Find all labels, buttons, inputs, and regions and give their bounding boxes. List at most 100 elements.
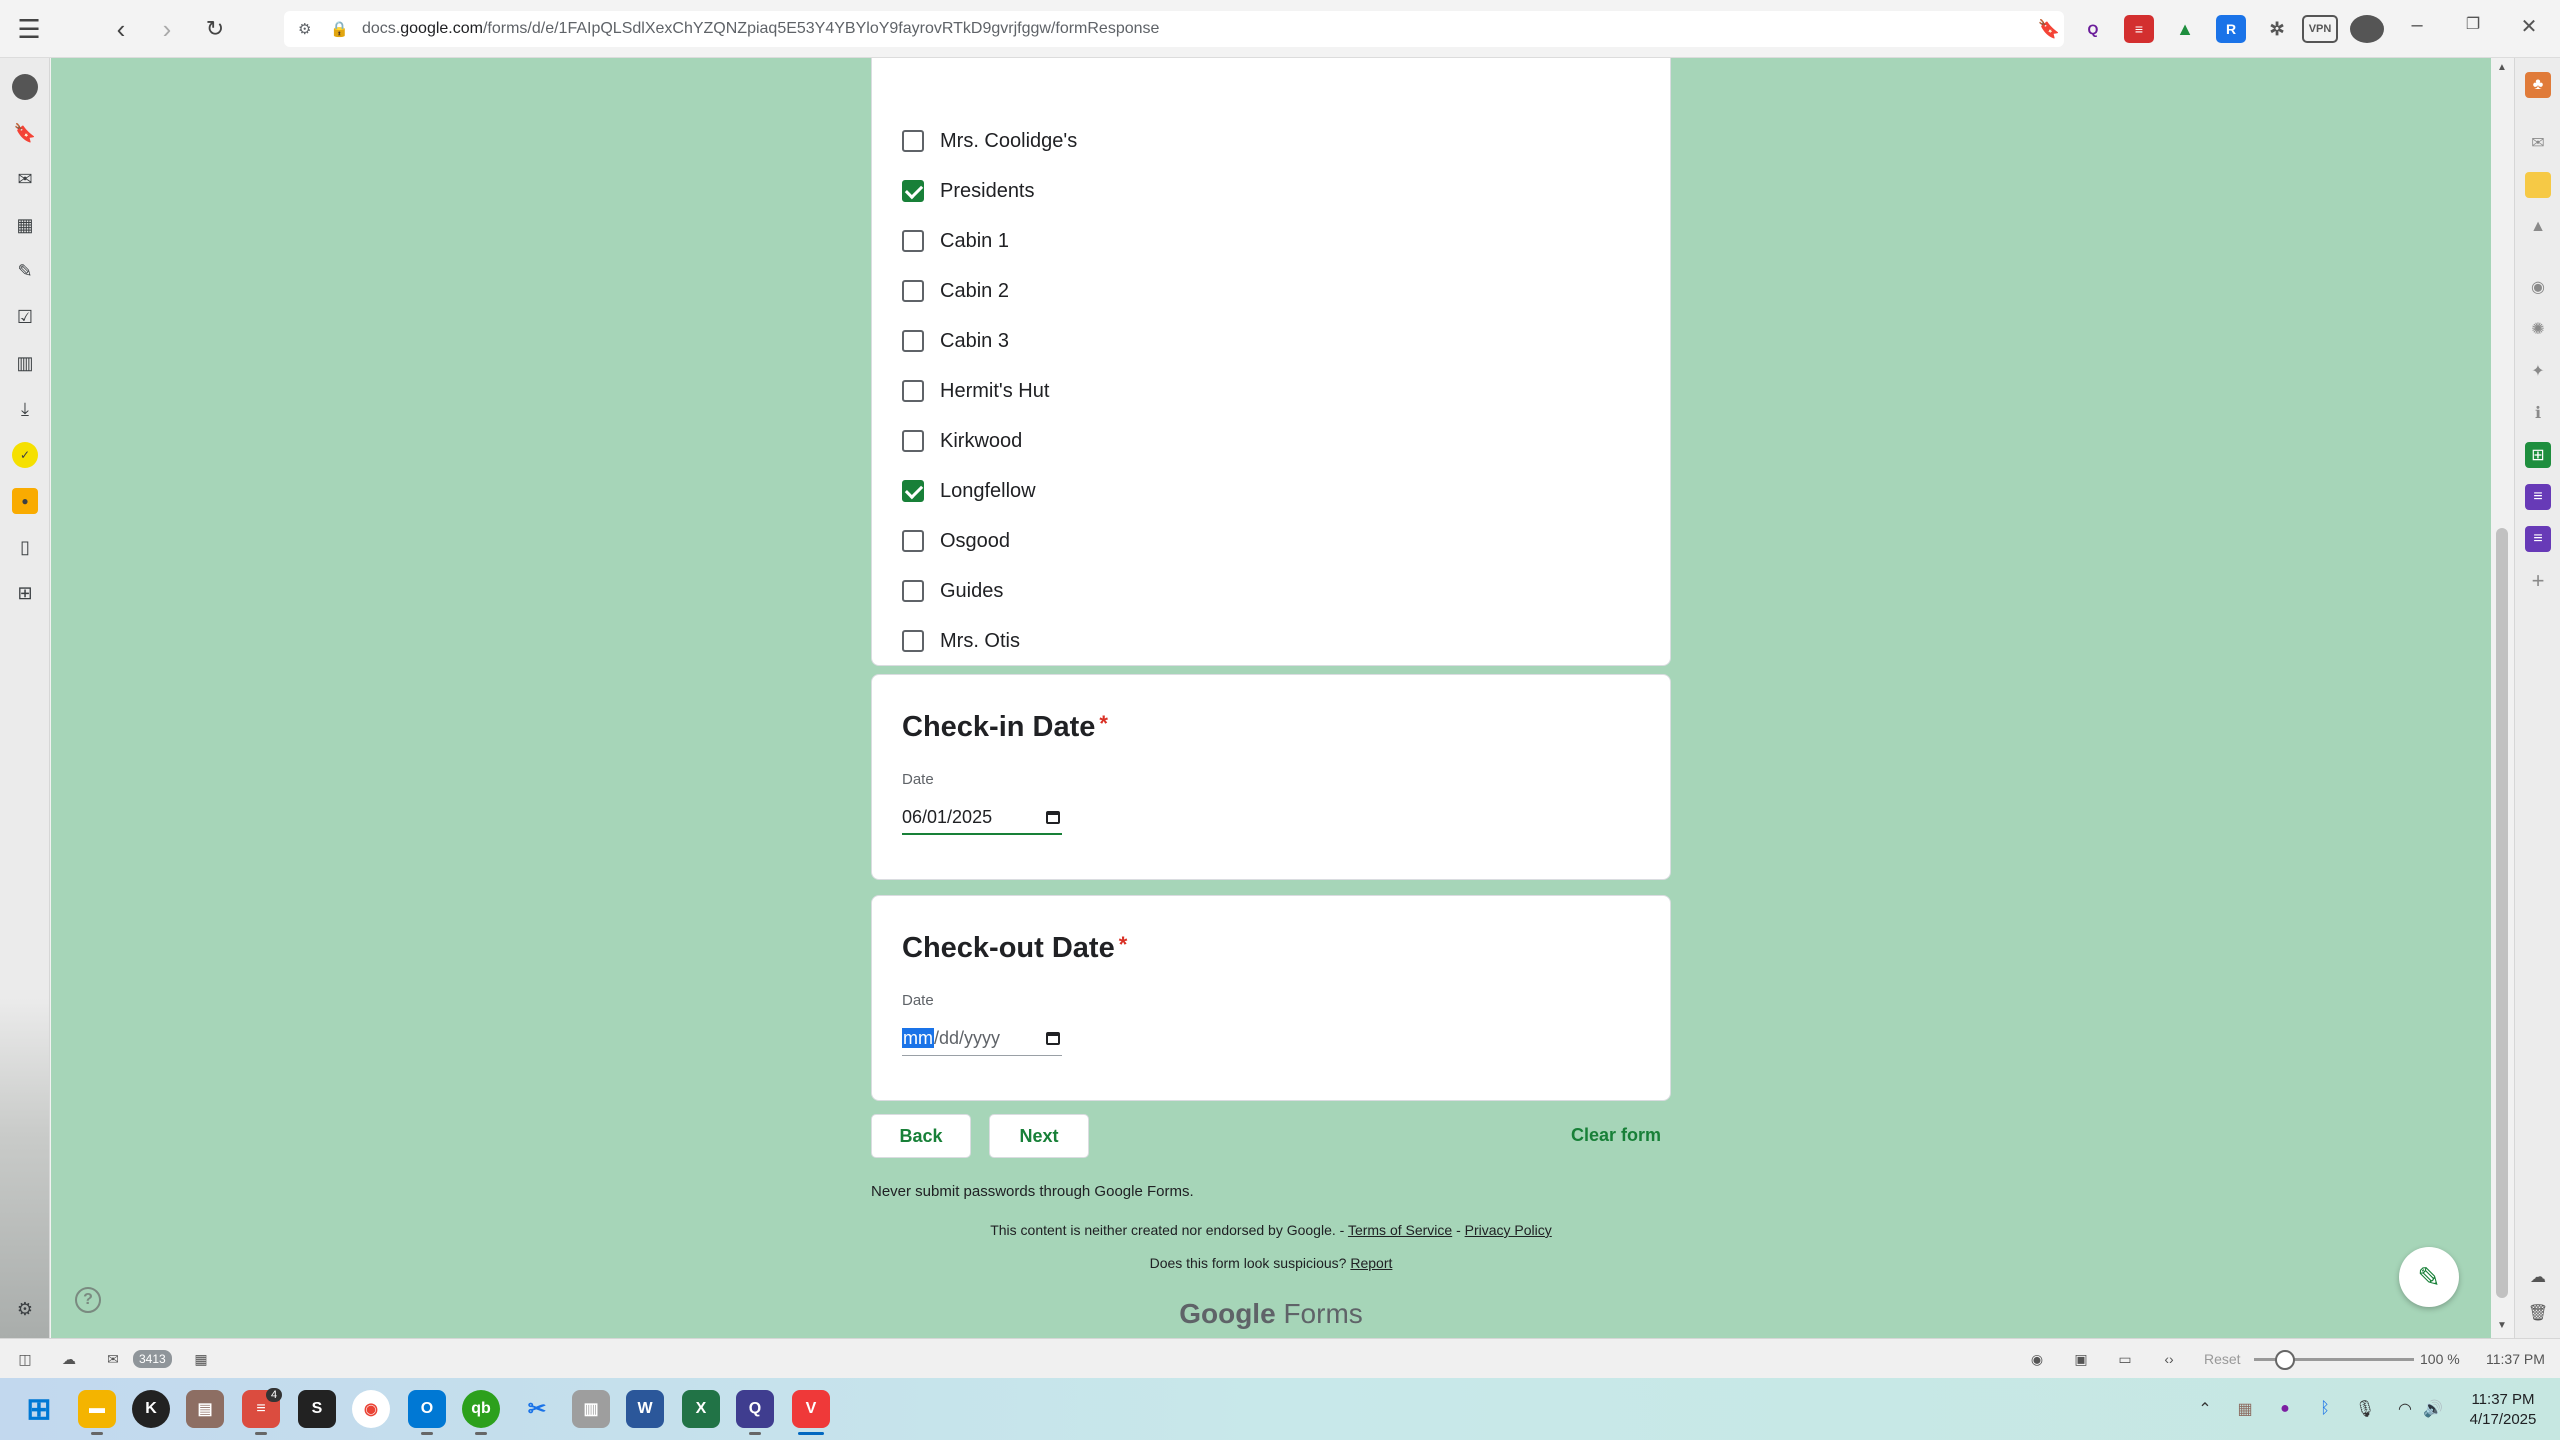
google-forms-logo[interactable]: Google Forms — [871, 1298, 1671, 1330]
klack-app-icon[interactable]: K — [132, 1390, 170, 1428]
day-year-segments[interactable]: /dd/yyyy — [934, 1028, 1000, 1048]
option-cabin-3[interactable]: Cabin 3 — [902, 325, 1009, 357]
tasks-panel-icon[interactable]: ☑ — [12, 304, 38, 330]
search-app-icon[interactable]: Q — [736, 1390, 774, 1428]
chatgpt-panel-icon[interactable]: ✺ — [2525, 316, 2551, 342]
option-cabin-1[interactable]: Cabin 1 — [902, 225, 1009, 257]
images-toggle-icon[interactable]: ▣ — [2070, 1349, 2092, 1369]
calendar-status-icon[interactable]: ▦ — [190, 1349, 212, 1369]
site-settings-icon[interactable]: ⚙ — [298, 20, 318, 38]
sync-cloud-icon[interactable]: ☁ — [58, 1349, 80, 1369]
vivaldi-logo-icon[interactable] — [12, 74, 38, 100]
panel-toggle-icon[interactable]: ◫ — [14, 1349, 36, 1369]
calendar-icon[interactable] — [1046, 1032, 1060, 1045]
option-presidents[interactable]: Presidents — [902, 175, 1035, 207]
scrivener-icon[interactable]: S — [298, 1390, 336, 1428]
calendar-icon[interactable] — [1046, 810, 1060, 824]
trash-icon[interactable]: 🗑 — [2525, 1300, 2551, 1326]
web-panel-icon[interactable]: ✓ — [12, 442, 38, 468]
add-panel-icon[interactable]: ⊞ — [12, 580, 38, 606]
option-mrs-coolidges[interactable]: Mrs. Coolidge's — [902, 125, 1077, 157]
page-tiling-icon[interactable]: ▭ — [2114, 1349, 2136, 1369]
checkbox[interactable] — [902, 230, 924, 252]
mail-panel-icon[interactable]: ✉ — [12, 166, 38, 192]
wifi-icon[interactable]: ◠ — [2394, 1398, 2416, 1420]
checkbox[interactable] — [902, 630, 924, 652]
vivaldi-taskbar-icon[interactable]: V — [792, 1390, 830, 1428]
search-extension-icon[interactable]: Q — [2078, 15, 2108, 43]
checkbox[interactable] — [902, 130, 924, 152]
cloud-sync-icon[interactable]: ☁ — [2525, 1264, 2551, 1290]
bluetooth-icon[interactable]: ᛒ — [2314, 1398, 2336, 1420]
keep-panel-icon[interactable] — [2525, 172, 2551, 198]
microphone-icon[interactable]: 🎙 — [2354, 1398, 2376, 1420]
edit-pencil-icon[interactable]: ✎ — [2399, 1247, 2459, 1307]
next-button[interactable]: Next — [989, 1114, 1089, 1158]
quickbooks-icon[interactable]: qb — [462, 1390, 500, 1428]
scrollbar-thumb[interactable] — [2496, 528, 2508, 1298]
mail-status-icon[interactable]: ✉ — [102, 1349, 124, 1369]
close-icon[interactable]: ✕ — [2514, 14, 2544, 44]
gmail-panel-icon[interactable]: ✉ — [2525, 130, 2551, 156]
page-actions-icon[interactable]: ‹› — [2158, 1349, 2180, 1369]
sheets-panel-icon[interactable]: ⊞ — [2525, 442, 2551, 468]
capture-camera-icon[interactable]: ◉ — [2026, 1349, 2048, 1369]
excel-icon[interactable]: X — [682, 1390, 720, 1428]
archive-app-icon[interactable]: ▤ — [186, 1390, 224, 1428]
word-icon[interactable]: W — [626, 1390, 664, 1428]
snipping-tool-icon[interactable]: ✂ — [518, 1390, 556, 1428]
report-link[interactable]: Report — [1350, 1255, 1392, 1271]
checkbox-checked[interactable] — [902, 480, 924, 502]
checkbox[interactable] — [902, 430, 924, 452]
profile-avatar[interactable] — [2350, 15, 2384, 43]
vpn-icon[interactable]: VPN — [2302, 15, 2338, 43]
notes-panel-icon[interactable]: ✎ — [12, 258, 38, 284]
bookmarks-panel-icon[interactable]: 🔖 — [12, 120, 38, 146]
month-segment-selected[interactable]: mm — [902, 1028, 934, 1048]
option-kirkwood[interactable]: Kirkwood — [902, 425, 1022, 457]
volume-icon[interactable]: 🔊 — [2422, 1398, 2444, 1420]
drive-panel-icon[interactable]: ▲ — [2525, 214, 2551, 240]
document-panel-icon[interactable]: ▯ — [12, 534, 38, 560]
tray-app-icon[interactable]: ▦ — [2234, 1398, 2256, 1420]
tray-purple-icon[interactable]: ● — [2274, 1398, 2296, 1420]
show-hidden-icons-chevron-icon[interactable]: ⌃ — [2194, 1398, 2216, 1420]
add-web-panel-icon[interactable]: + — [2525, 568, 2551, 594]
back-arrow-icon[interactable]: ‹ — [102, 10, 140, 48]
option-guides[interactable]: Guides — [902, 575, 1003, 607]
globe-panel-icon[interactable]: ◉ — [2525, 274, 2551, 300]
page-scrollbar[interactable]: ▲ ▼ — [2491, 58, 2514, 1338]
drive-extension-icon[interactable]: ▲ — [2170, 15, 2200, 43]
blue-extension-icon[interactable]: R — [2216, 15, 2246, 43]
bookmark-icon[interactable]: 🔖 — [2030, 10, 2068, 48]
minimize-icon[interactable]: – — [2402, 14, 2432, 44]
checkbox[interactable] — [902, 530, 924, 552]
chrome-icon[interactable]: ◉ — [352, 1390, 390, 1428]
checkin-date-input[interactable]: 06/01/2025 — [902, 801, 1062, 835]
clear-form-button[interactable]: Clear form — [1571, 1125, 1661, 1146]
reading-list-panel-icon[interactable]: ▥ — [12, 350, 38, 376]
puzzle-extensions-icon[interactable]: ✲ — [2262, 15, 2292, 43]
checkbox[interactable] — [902, 580, 924, 602]
menu-icon[interactable]: ☰ — [10, 10, 48, 48]
gemini-panel-icon[interactable]: ✦ — [2525, 358, 2551, 384]
help-icon[interactable]: ? — [75, 1287, 101, 1313]
zoom-slider-handle[interactable] — [2275, 1350, 2295, 1370]
terms-of-service-link[interactable]: Terms of Service — [1348, 1222, 1452, 1238]
orange-app-icon[interactable]: ♣ — [2525, 72, 2551, 98]
printer-app-icon[interactable]: ▥ — [572, 1390, 610, 1428]
calendar-panel-icon[interactable]: ▦ — [12, 212, 38, 238]
downloads-panel-icon[interactable]: ⤓ — [12, 396, 38, 422]
option-hermits-hut[interactable]: Hermit's Hut — [902, 375, 1049, 407]
scroll-down-arrow-icon[interactable]: ▼ — [2496, 1320, 2508, 1332]
option-mrs-otis[interactable]: Mrs. Otis — [902, 625, 1020, 657]
red-extension-icon[interactable]: ≡ — [2124, 15, 2154, 43]
option-cabin-2[interactable]: Cabin 2 — [902, 275, 1009, 307]
windows-start-icon[interactable]: ⊞ — [20, 1390, 58, 1428]
option-osgood[interactable]: Osgood — [902, 525, 1010, 557]
settings-gear-icon[interactable]: ⚙ — [12, 1296, 38, 1322]
checkbox[interactable] — [902, 380, 924, 402]
keep-panel-icon[interactable]: ● — [12, 488, 38, 514]
forms-panel-icon-2[interactable]: ≡ — [2525, 526, 2551, 552]
forms-panel-icon[interactable]: ≡ — [2525, 484, 2551, 510]
